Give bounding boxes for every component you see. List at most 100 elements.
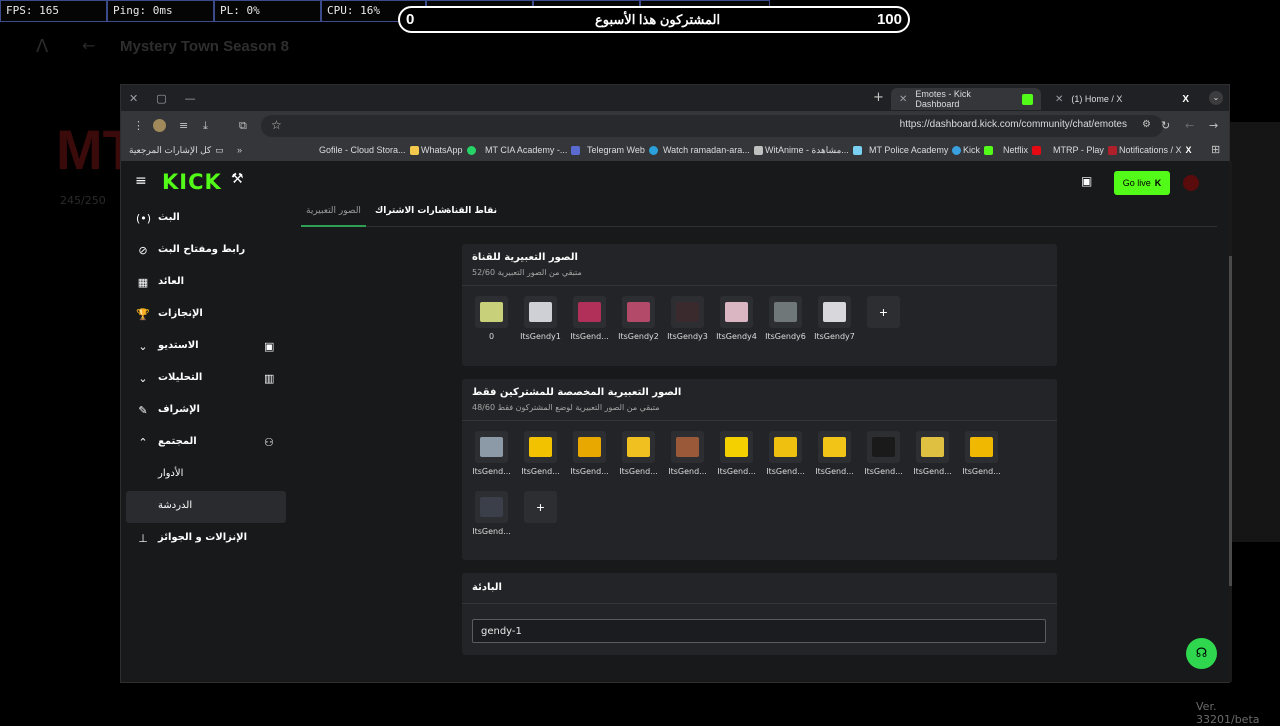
emote-item[interactable]: ItsGend... (663, 431, 712, 476)
add-emote-button[interactable]: + (867, 296, 900, 328)
hamburger-menu-icon[interactable]: ≡ (135, 173, 147, 189)
hammer-icon[interactable]: ⚒ (231, 171, 244, 187)
apps-grid-icon[interactable]: ⊞ (1211, 143, 1220, 156)
bookmark-item[interactable]: MTRP - Play (1053, 145, 1117, 155)
sidebar-item-community[interactable]: ⌃ المجتمع ⚇ (121, 427, 296, 459)
emote-item[interactable]: ItsGend... (908, 431, 957, 476)
remaining-label: متبقي من الصور التعبيرية (497, 268, 582, 277)
menu-dots-icon[interactable]: ⋮ (133, 119, 144, 132)
bookmark-item[interactable]: WhatsApp (421, 145, 476, 155)
subs-goal: 100 (876, 11, 902, 28)
emote-item[interactable]: ItsGend... (810, 431, 859, 476)
emote-item[interactable]: ItsGend... (712, 431, 761, 476)
back-arrow-icon[interactable]: ← (82, 36, 95, 55)
bookmark-item[interactable]: Netflix (1003, 145, 1042, 155)
emote-item[interactable]: ItsGendy4 (712, 296, 761, 341)
sidebar-item-studio[interactable]: ⌄ الاستديو ▣ (121, 331, 296, 363)
emote-picture (529, 302, 552, 322)
sidebar-item-drops[interactable]: ⊥ الإنزالات و الجوائز (121, 523, 296, 555)
creator-studio-icon[interactable]: ▣ (1081, 174, 1092, 188)
close-tab-icon[interactable]: ✕ (899, 94, 907, 105)
emote-picture (578, 302, 601, 322)
emote-item[interactable]: ItsGend... (565, 431, 614, 476)
bookmark-item[interactable]: Gofile - Cloud Stora... (319, 145, 419, 155)
profile-avatar-icon[interactable] (153, 119, 166, 132)
bookmark-star-icon[interactable]: ☆ (271, 118, 282, 132)
bookmark-item[interactable]: MT CIA Academy -... (485, 145, 581, 155)
sidebar-item-roles[interactable]: الأدوار (121, 459, 296, 491)
sidebar-item-stream-key[interactable]: ⊘ رابط ومفتاح البث (121, 235, 296, 267)
reload-icon[interactable]: ↻ (1161, 119, 1170, 132)
close-window-icon[interactable]: ✕ (129, 92, 138, 105)
tab-emotes[interactable]: ✕ Emotes - Kick Dashboard (891, 88, 1041, 110)
bookmark-item[interactable]: Notifications / XX (1119, 145, 1192, 155)
sidebar-item-achievements[interactable]: 🏆 الإنجازات (121, 299, 296, 331)
emote-item[interactable]: 0 (467, 296, 516, 341)
close-tab-icon[interactable]: ✕ (1055, 94, 1063, 105)
emote-item[interactable]: ItsGendy3 (663, 296, 712, 341)
tab-emotes[interactable]: الصور التعبيرية (301, 203, 366, 227)
all-bookmarks-folder[interactable]: كل الإشارات المرجعية ▭ (129, 145, 224, 156)
bookmark-item[interactable]: Telegram Web (587, 145, 658, 155)
go-live-button[interactable]: Go live K (1114, 171, 1170, 195)
emote-image (671, 296, 704, 328)
sidebar-item-label: الإشراف (158, 404, 200, 415)
sidebar-item-stream[interactable]: (•) البث (121, 203, 296, 235)
bookmark-item[interactable]: Kick (963, 145, 994, 155)
bookmark-item[interactable]: MT Police Academy (869, 145, 962, 155)
tab-search-icon[interactable]: ⌄ (1209, 91, 1223, 105)
emote-item[interactable]: ItsGend... (467, 431, 516, 476)
tab-x-home[interactable]: ✕ (1) Home / X X (1047, 88, 1197, 110)
sidebar-item-analytics[interactable]: ⌄ التحليلات ▥ (121, 363, 296, 395)
emote-item[interactable]: ItsGend... (467, 491, 516, 536)
studio-icon: ▣ (264, 340, 275, 353)
sidebar-item-chat[interactable]: الدردشة (126, 491, 286, 523)
reading-list-icon[interactable]: ≡ (179, 119, 188, 132)
emote-item[interactable]: ItsGend... (516, 431, 565, 476)
prefix-input[interactable] (472, 619, 1046, 643)
add-emote-button[interactable]: + (524, 491, 557, 523)
page-scrollbar[interactable] (1229, 161, 1232, 682)
stat-ping: Ping: 0ms (107, 0, 214, 22)
emote-item[interactable]: ItsGend... (957, 431, 1006, 476)
maximize-window-icon[interactable]: ▢ (156, 92, 166, 105)
sidebar-item-label: رابط ومفتاح البث (158, 244, 246, 255)
tab-sub-badges[interactable]: شارات الاشتراك (375, 203, 447, 227)
bookmarks-overflow-icon[interactable]: » (237, 145, 242, 155)
emote-name: ItsGendy2 (618, 332, 659, 341)
bookmark-item[interactable]: WitAnime - مشاهدة... (765, 145, 862, 156)
sidebar-item-moderation[interactable]: ✎ الإشراف (121, 395, 296, 427)
emote-item[interactable]: ItsGendy2 (614, 296, 663, 341)
netflix-icon (1032, 145, 1042, 155)
emote-item[interactable]: ItsGendy6 (761, 296, 810, 341)
download-icon[interactable]: ⤓ (203, 119, 208, 133)
back-icon[interactable]: ← (1185, 119, 1194, 132)
emote-image (867, 431, 900, 463)
emote-item[interactable]: ItsGend... (859, 431, 908, 476)
card-header: الصور التعبيرية المخصصة للمشتركين فقط مت… (462, 379, 1057, 421)
emote-item[interactable]: ItsGend... (565, 296, 614, 341)
forward-icon[interactable]: → (1209, 119, 1218, 132)
emote-name: ItsGend... (472, 467, 511, 476)
help-chat-icon[interactable]: ☊ (1186, 638, 1217, 669)
bookmark-label: Watch ramadan-ara... (663, 145, 750, 155)
weekly-subscribers-widget: 0 المشتركون هذا الأسبوع 100 (398, 6, 910, 33)
new-tab-icon[interactable]: + (873, 90, 884, 105)
scrollbar-thumb[interactable] (1229, 256, 1232, 586)
emote-item[interactable]: ItsGend... (614, 431, 663, 476)
emote-name: ItsGend... (815, 467, 854, 476)
tab-channel-points[interactable]: نقاط القناة (446, 203, 497, 227)
kick-logo[interactable]: KICK (162, 170, 222, 194)
sidebar-item-revenue[interactable]: ▦ العائد (121, 267, 296, 299)
extensions-icon[interactable]: ⧉ (239, 119, 247, 133)
user-avatar[interactable] (1183, 175, 1199, 191)
url-bar[interactable]: ☆ https://dashboard.kick.com/community/c… (261, 115, 1163, 137)
emote-item[interactable]: ItsGend... (761, 431, 810, 476)
emote-item[interactable]: ItsGendy1 (516, 296, 565, 341)
bookmark-item[interactable]: Watch ramadan-ara... (663, 145, 763, 155)
mtrp-icon (1107, 145, 1117, 155)
chevron-down-icon: ⌄ (138, 372, 148, 385)
minimize-window-icon[interactable]: — (185, 92, 196, 105)
site-settings-icon[interactable]: ⚙ (1142, 119, 1151, 130)
emote-item[interactable]: ItsGendy7 (810, 296, 859, 341)
